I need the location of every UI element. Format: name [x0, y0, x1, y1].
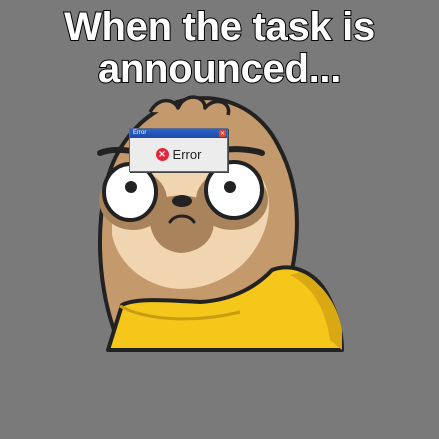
left-pupil [125, 181, 137, 193]
error-dialog-body: × Error [130, 138, 227, 171]
close-icon[interactable]: × [219, 130, 226, 137]
error-message: Error [172, 147, 202, 162]
error-dialog-titlebar[interactable]: Error × [130, 129, 227, 138]
sloth-hair-tuft [148, 95, 231, 116]
meme-stage: When the task is announced... Error × × … [0, 0, 439, 439]
meme-caption: When the task is announced... [0, 5, 439, 91]
sloth-nose [172, 195, 192, 207]
caption-line-1: When the task is [63, 5, 376, 49]
error-x-icon: × [155, 148, 169, 161]
error-dialog[interactable]: Error × × Error [129, 128, 228, 172]
caption-line-2: announced... [97, 47, 342, 91]
right-pupil [224, 181, 236, 193]
error-dialog-title: Error [133, 130, 147, 136]
